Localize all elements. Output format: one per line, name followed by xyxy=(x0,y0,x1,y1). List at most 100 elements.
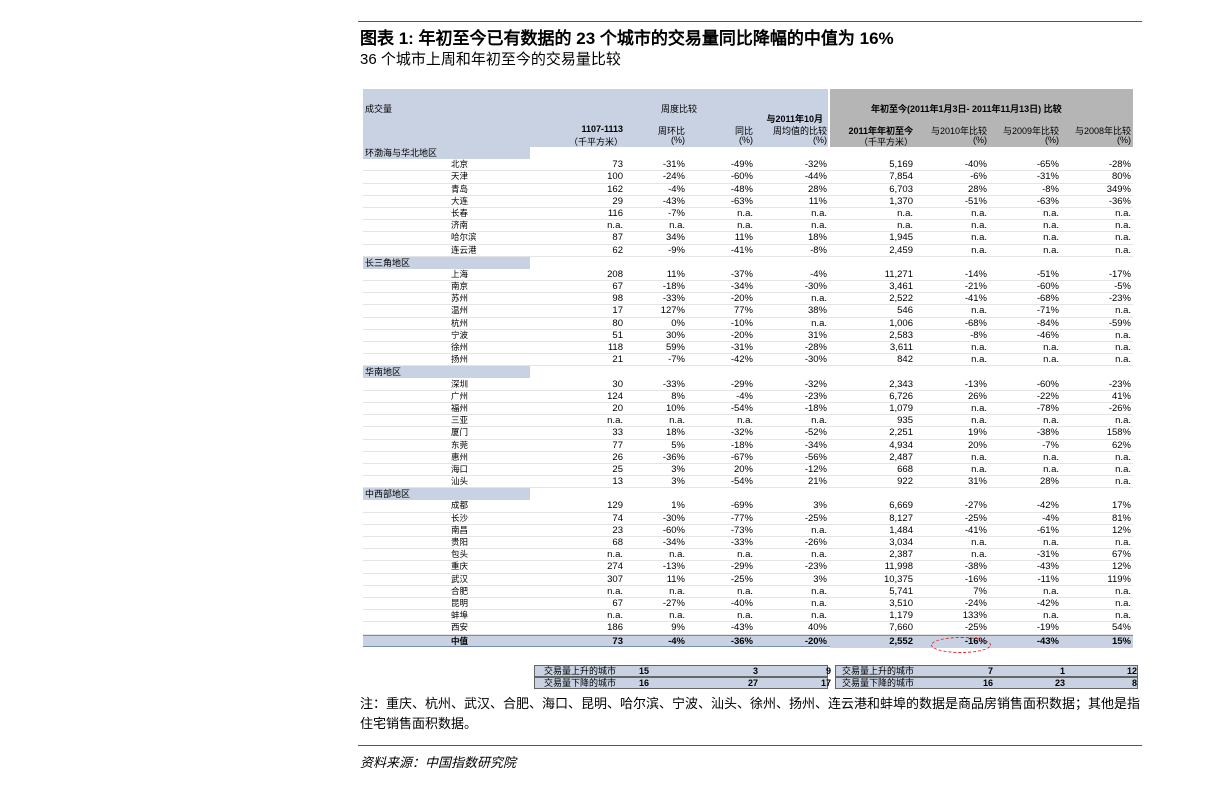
table-cell: 162 xyxy=(607,183,623,195)
table-row: 哈尔滨 87 34% 11% 18% 1,945 n.a. n.a. n.a. xyxy=(363,232,1133,245)
table-cell: -52% xyxy=(804,427,827,439)
table-cell: -65% xyxy=(1036,159,1059,171)
table-cell: n.a. xyxy=(1043,342,1059,353)
city-name: 济南 xyxy=(451,221,469,232)
table-cell: -54% xyxy=(730,402,753,414)
table-cell: -29% xyxy=(730,378,753,390)
table-cell: 127% xyxy=(660,305,685,317)
table-cell: -67% xyxy=(730,451,753,463)
table-cell: n.a. xyxy=(971,207,987,219)
table-cell: -46% xyxy=(1036,329,1059,341)
table-cell: 7,660 xyxy=(889,622,913,634)
table-row: 包头 n.a. n.a. n.a. n.a. 2,387 n.a. -31% 67% xyxy=(363,549,1133,562)
table-row: 上海 208 11% -37% -4% 11,271 -14% -51% -17% xyxy=(363,268,1133,282)
table-cell: -4% xyxy=(1042,512,1059,524)
table-row: 重庆 274 -13% -29% -23% 11,998 -38% -43% 12% xyxy=(363,561,1133,574)
table-cell: 80 xyxy=(612,317,623,329)
table-cell: 67 xyxy=(612,597,623,609)
table-cell: -19% xyxy=(1036,622,1059,634)
summary-value: 8 xyxy=(1131,678,1137,688)
table-cell: -7% xyxy=(668,207,685,219)
table-cell: n.a. xyxy=(811,415,827,427)
table-cell: -18% xyxy=(662,281,685,293)
table-cell: 11,271 xyxy=(884,268,913,280)
table-cell: n.a. xyxy=(607,610,623,622)
table-cell: -60% xyxy=(730,171,753,183)
header-weekly-group: 周度比较 xyxy=(661,104,698,114)
table-cell: n.a. xyxy=(897,220,913,232)
table-cell: 11,998 xyxy=(884,561,913,573)
table-cell: -20% xyxy=(730,293,753,305)
table-cell: n.a. xyxy=(1043,451,1059,463)
table-row: 长春 116 -7% n.a. n.a. n.a. n.a. n.a. n.a. xyxy=(363,207,1133,221)
section-label: 华南地区 xyxy=(363,366,530,379)
table-cell: -61% xyxy=(1036,524,1059,536)
table-row: 南京 67 -18% -34% -30% 3,461 -21% -60% -5% xyxy=(363,281,1133,294)
section-label: 环渤海与华北地区 xyxy=(363,147,530,159)
table-cell: -63% xyxy=(730,195,753,207)
table-cell: n.a. xyxy=(669,220,685,232)
header-ytd-group: 年初至今(2011年1月3日- 2011年11月13日) 比较 xyxy=(871,104,1062,114)
table-cell: -23% xyxy=(804,561,827,573)
city-name: 徐州 xyxy=(451,343,469,353)
median-cell: 2,552 xyxy=(889,635,913,647)
table-cell: n.a. xyxy=(1115,610,1131,622)
table-cell: -42% xyxy=(730,354,753,366)
table-cell: 62 xyxy=(612,244,623,256)
table-cell: n.a. xyxy=(811,293,827,305)
table-row: 东莞 77 5% -18% -34% 4,934 20% -7% 62% xyxy=(363,440,1133,452)
median-row: 中值 73 -4% -36% -20% 2,552 -16% -43% 15% xyxy=(363,634,1133,648)
table-row: 昆明 67 -27% -40% n.a. 3,510 -24% -42% n.a. xyxy=(363,597,1133,611)
table-cell: -30% xyxy=(804,354,827,366)
table-cell: 62% xyxy=(1111,439,1131,451)
table-cell: n.a. xyxy=(971,463,987,475)
table-cell: n.a. xyxy=(1115,342,1131,353)
table-row: 贵阳 68 -34% -33% -26% 3,034 n.a. n.a. n.a. xyxy=(363,537,1133,550)
summary-value: 16 xyxy=(638,678,649,688)
table-cell: 3% xyxy=(671,476,685,488)
table-cell: 10% xyxy=(665,402,685,414)
table-cell: 80% xyxy=(1111,171,1131,183)
table-cell: n.a. xyxy=(1115,451,1131,463)
table-cell: 3,510 xyxy=(889,597,913,609)
table-cell: n.a. xyxy=(1115,305,1131,317)
table-cell: -22% xyxy=(1036,390,1059,402)
table-cell: 12% xyxy=(1111,561,1131,573)
table-row: 长沙 74 -30% -77% -25% 8,127 -25% -4% 81% xyxy=(363,513,1133,525)
table-cell: 12% xyxy=(1111,524,1131,536)
summary-value: 9 xyxy=(825,666,831,676)
table-cell: n.a. xyxy=(811,585,827,597)
table-cell: n.a. xyxy=(971,220,987,232)
city-name: 海口 xyxy=(451,464,469,475)
table-cell: 274 xyxy=(607,561,623,573)
table-row: 苏州 98 -33% -20% n.a. 2,522 -41% -68% -23% xyxy=(363,293,1133,306)
table-cell: n.a. xyxy=(1115,232,1131,244)
table-cell: 3% xyxy=(671,463,685,475)
table-cell: 73 xyxy=(612,159,623,171)
table-cell: -23% xyxy=(1108,378,1131,390)
table-cell: -29% xyxy=(730,561,753,573)
table-cell: 67% xyxy=(1111,549,1131,561)
summary-value: 15 xyxy=(638,666,649,676)
table-cell: -9% xyxy=(668,244,685,256)
table-cell: 28% xyxy=(967,183,987,195)
table-cell: -27% xyxy=(964,500,987,512)
table-cell: 116 xyxy=(607,207,623,219)
table-cell: n.a. xyxy=(811,207,827,219)
table-cell: -30% xyxy=(662,512,685,524)
table-cell: -40% xyxy=(730,597,753,609)
table-cell: -36% xyxy=(1108,195,1131,207)
table-cell: n.a. xyxy=(669,585,685,597)
bottom-divider xyxy=(358,745,1142,746)
table-cell: 26% xyxy=(967,390,987,402)
median-cell: -36% xyxy=(730,635,753,647)
table-cell: -40% xyxy=(964,159,987,171)
table-cell: -49% xyxy=(730,159,753,171)
table-cell: 3,611 xyxy=(889,342,913,353)
table-row: 宁波 51 30% -20% 31% 2,583 -8% -46% n.a. xyxy=(363,330,1133,342)
table-cell: 40% xyxy=(807,622,827,634)
table-cell: -21% xyxy=(964,281,987,293)
median-cell: -43% xyxy=(1036,635,1059,647)
table-cell: -27% xyxy=(662,597,685,609)
header-col2-unit: (%) xyxy=(671,135,685,145)
